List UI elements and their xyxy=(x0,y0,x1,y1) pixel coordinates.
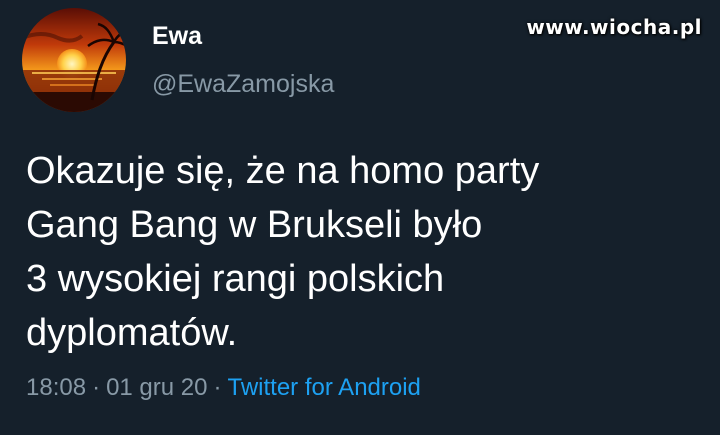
meta-separator: · xyxy=(92,374,101,401)
watermark: www.wiocha.pl xyxy=(526,15,702,39)
avatar[interactable] xyxy=(22,8,126,112)
tweet-text-line: Okazuje się, że na homo party xyxy=(26,150,540,192)
tweet-text-line: dyplomatów. xyxy=(26,312,238,354)
tweet-text-line: Gang Bang w Brukseli było xyxy=(26,204,483,246)
tweet-meta: 18:08 · 01 gru 20 · Twitter for Android xyxy=(26,372,421,404)
username-handle[interactable]: @EwaZamojska xyxy=(152,69,334,99)
meta-separator: · xyxy=(213,374,222,401)
tweet-time[interactable]: 18:08 xyxy=(26,374,86,401)
tweet-text: Okazuje się, że na homo party Gang Bang … xyxy=(26,144,706,360)
sunset-avatar-image xyxy=(22,8,126,112)
tweet-date[interactable]: 01 gru 20 xyxy=(106,374,207,401)
tweet-source-link[interactable]: Twitter for Android xyxy=(227,374,420,401)
tweet-card: Ewa @EwaZamojska www.wiocha.pl Okazuje s… xyxy=(0,0,720,435)
display-name[interactable]: Ewa xyxy=(152,22,202,50)
tweet-text-line: 3 wysokiej rangi polskich xyxy=(26,258,445,300)
